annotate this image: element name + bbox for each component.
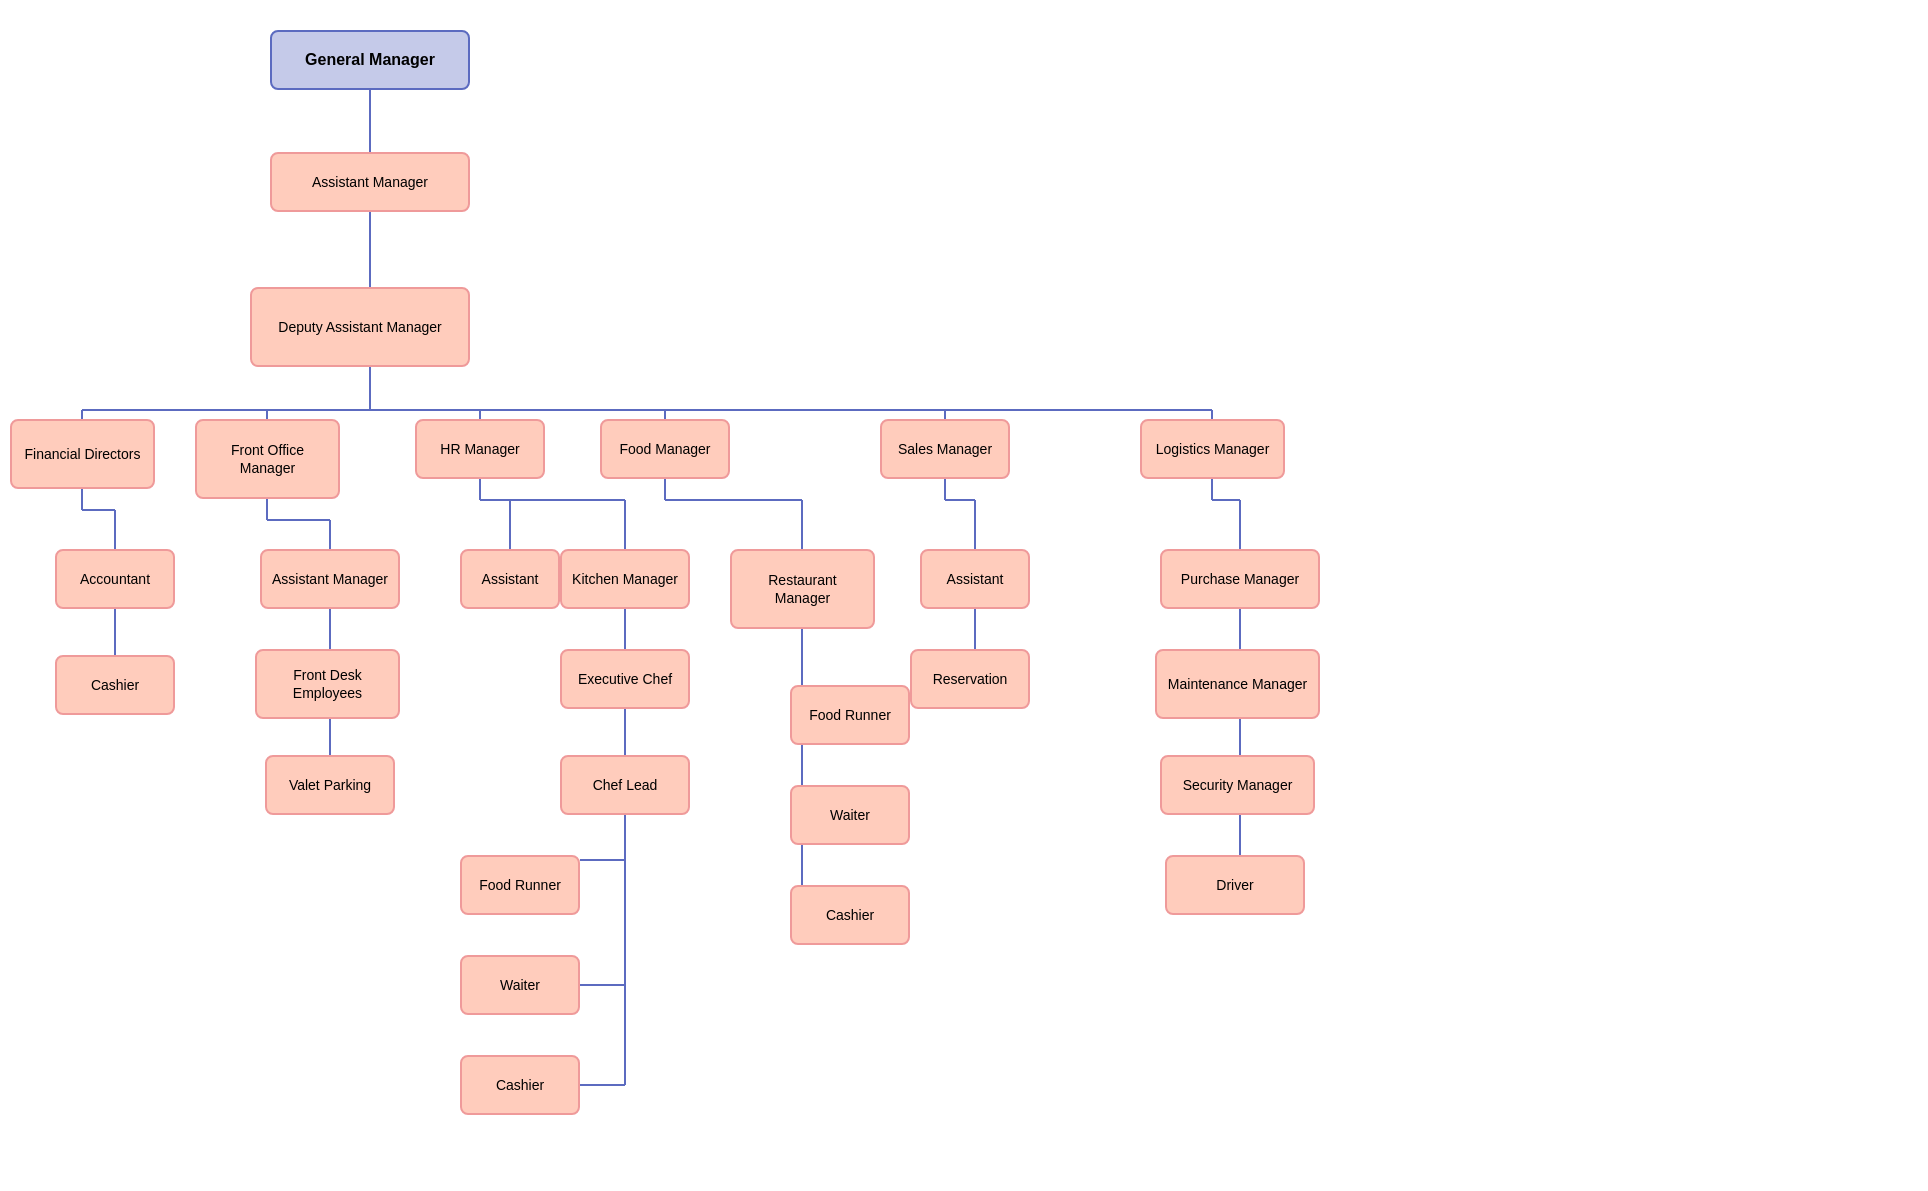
food-runner-rm-node: Food Runner	[790, 685, 910, 745]
financial-directors-node: Financial Directors	[10, 419, 155, 489]
assistant-sales-node: Assistant	[920, 549, 1030, 609]
reservation-node: Reservation	[910, 649, 1030, 709]
food-runner-km-node: Food Runner	[460, 855, 580, 915]
cashier-km-node: Cashier	[460, 1055, 580, 1115]
accountant-node: Accountant	[55, 549, 175, 609]
chef-lead-node: Chef Lead	[560, 755, 690, 815]
maintenance-manager-node: Maintenance Manager	[1155, 649, 1320, 719]
logistics-manager-node: Logistics Manager	[1140, 419, 1285, 479]
assistant-manager2-node: Assistant Manager	[260, 549, 400, 609]
waiter-km-node: Waiter	[460, 955, 580, 1015]
sales-manager-node: Sales Manager	[880, 419, 1010, 479]
assistant-hr-node: Assistant	[460, 549, 560, 609]
kitchen-manager-node: Kitchen Manager	[560, 549, 690, 609]
cashier-rm-node: Cashier	[790, 885, 910, 945]
executive-chef-node: Executive Chef	[560, 649, 690, 709]
assistant-manager-node: Assistant Manager	[270, 152, 470, 212]
hr-manager-node: HR Manager	[415, 419, 545, 479]
waiter-rm-node: Waiter	[790, 785, 910, 845]
restaurant-manager-node: Restaurant Manager	[730, 549, 875, 629]
driver-node: Driver	[1165, 855, 1305, 915]
valet-parking-node: Valet Parking	[265, 755, 395, 815]
front-office-manager-node: Front Office Manager	[195, 419, 340, 499]
cashier-fd-node: Cashier	[55, 655, 175, 715]
org-chart: General Manager Assistant Manager Deputy A…	[0, 0, 1928, 1191]
purchase-manager-node: Purchase Manager	[1160, 549, 1320, 609]
food-manager-node: Food Manager	[600, 419, 730, 479]
general-manager-node: General Manager	[270, 30, 470, 90]
deputy-assistant-manager-node: Deputy Assistant Manager	[250, 287, 470, 367]
security-manager-node: Security Manager	[1160, 755, 1315, 815]
front-desk-employees-node: Front Desk Employees	[255, 649, 400, 719]
